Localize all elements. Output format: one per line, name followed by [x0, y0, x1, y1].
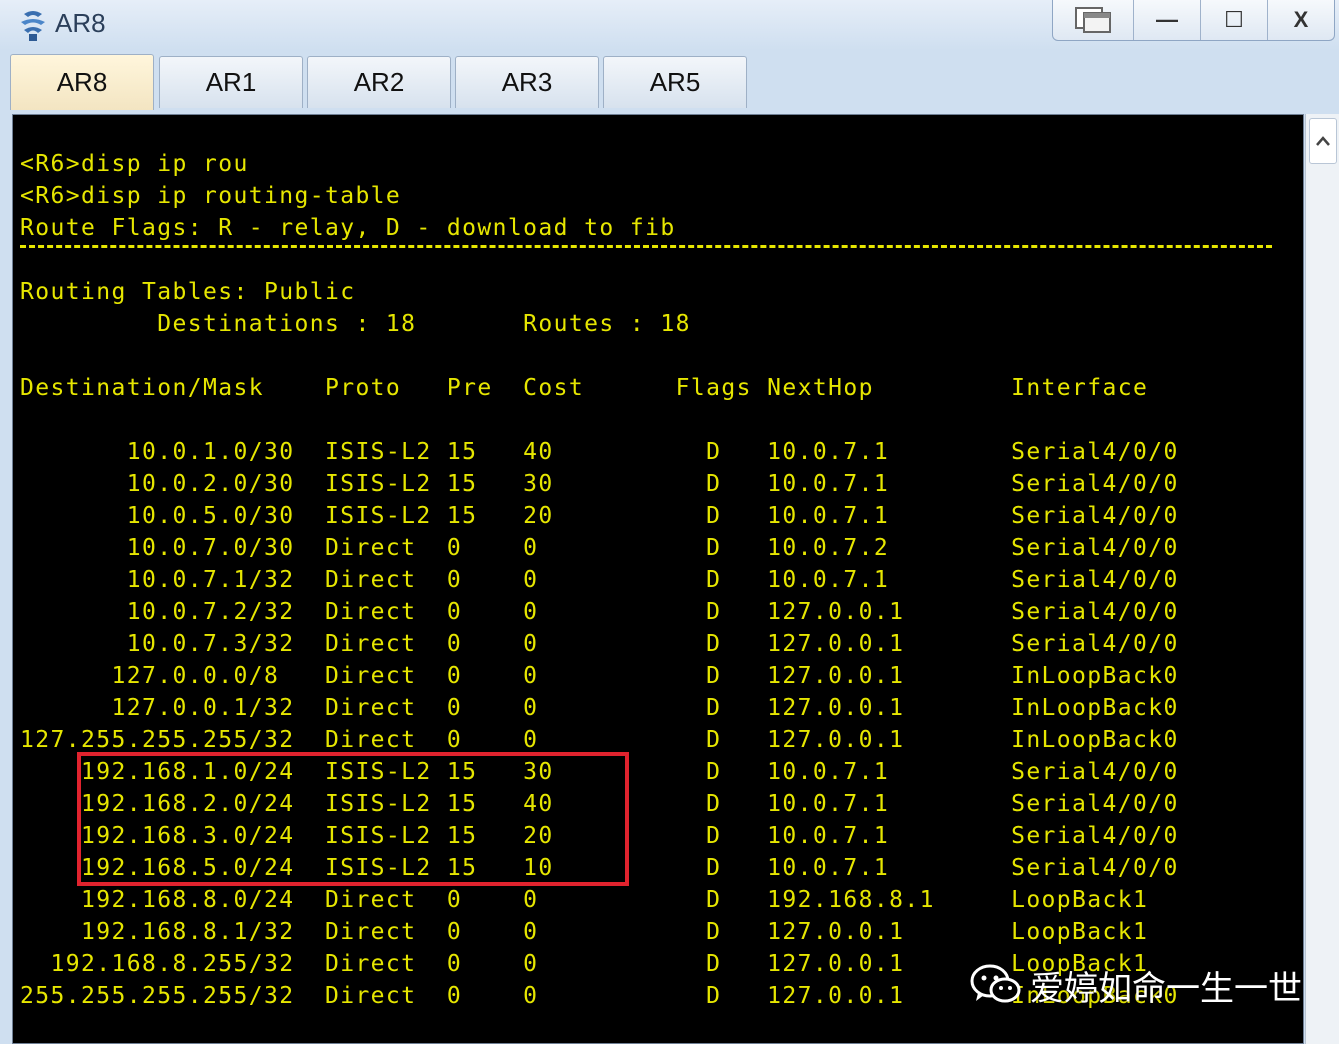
terminal-line: Routing Tables: Public	[20, 279, 356, 305]
terminal-console[interactable]: <R6>disp ip rou <R6>disp ip routing-table…	[12, 114, 1304, 1044]
wechat-icon	[970, 964, 1021, 1003]
terminal-line: 127.0.0.0/8 Direct 0 0 D 127.0.0.1 InLoo…	[20, 663, 1179, 689]
window-controls: — ☐ X	[1052, 0, 1335, 41]
tab-ar8[interactable]: AR8	[10, 54, 154, 110]
maximize-button[interactable]: ☐	[1200, 0, 1267, 40]
tab-ar5[interactable]: AR5	[603, 56, 747, 108]
title-bar: AR8 — ☐ X	[0, 0, 1339, 50]
terminal-line: 10.0.7.3/32 Direct 0 0 D 127.0.0.1 Seria…	[20, 631, 1179, 657]
highlight-box	[77, 752, 629, 886]
terminal-line: Route Flags: R - relay, D - download to …	[20, 215, 676, 241]
terminal-line: Destinations : 18 Routes : 18	[20, 311, 691, 337]
vertical-scrollbar[interactable]	[1305, 114, 1339, 1044]
terminal-line: 10.0.7.0/30 Direct 0 0 D 10.0.7.2 Serial…	[20, 535, 1179, 561]
window-title: AR8	[55, 8, 106, 38]
terminal-line: 10.0.2.0/30 ISIS-L2 15 30 D 10.0.7.1 Ser…	[20, 471, 1179, 497]
close-button[interactable]: X	[1267, 0, 1334, 40]
minimize-button[interactable]: —	[1133, 0, 1200, 40]
tab-ar3[interactable]: AR3	[455, 56, 599, 108]
terminal-line: 10.0.7.1/32 Direct 0 0 D 10.0.7.1 Serial…	[20, 567, 1179, 593]
restore-button[interactable]	[1053, 0, 1133, 40]
terminal-line: 10.0.5.0/30 ISIS-L2 15 20 D 10.0.7.1 Ser…	[20, 503, 1179, 529]
terminal-line: 192.168.8.1/32 Direct 0 0 D 127.0.0.1 Lo…	[20, 919, 1149, 945]
terminal-line: 10.0.7.2/32 Direct 0 0 D 127.0.0.1 Seria…	[20, 599, 1179, 625]
restore-icon	[1075, 7, 1111, 33]
watermark: 爱婷如命一生一世	[970, 960, 1302, 1010]
chevron-up-icon	[1316, 136, 1330, 146]
maximize-icon: ☐	[1224, 7, 1244, 32]
app-icon	[21, 11, 45, 41]
close-icon: X	[1293, 7, 1309, 32]
tab-ar2[interactable]: AR2	[307, 56, 451, 108]
terminal-line: Destination/Mask Proto Pre Cost Flags Ne…	[20, 375, 1149, 401]
scroll-up-button[interactable]	[1309, 118, 1337, 164]
terminal-line: 127.0.0.1/32 Direct 0 0 D 127.0.0.1 InLo…	[20, 695, 1179, 721]
separator-line	[20, 245, 1272, 248]
terminal-line: 10.0.1.0/30 ISIS-L2 15 40 D 10.0.7.1 Ser…	[20, 439, 1179, 465]
terminal-line: <R6>disp ip routing-table	[20, 183, 402, 209]
terminal-line: <R6>disp ip rou	[20, 151, 249, 177]
minimize-icon: —	[1156, 7, 1178, 32]
terminal-line: 192.168.8.0/24 Direct 0 0 D 192.168.8.1 …	[20, 887, 1149, 913]
tab-ar1[interactable]: AR1	[159, 56, 303, 108]
watermark-text: 爱婷如命一生一世	[1030, 969, 1302, 1008]
